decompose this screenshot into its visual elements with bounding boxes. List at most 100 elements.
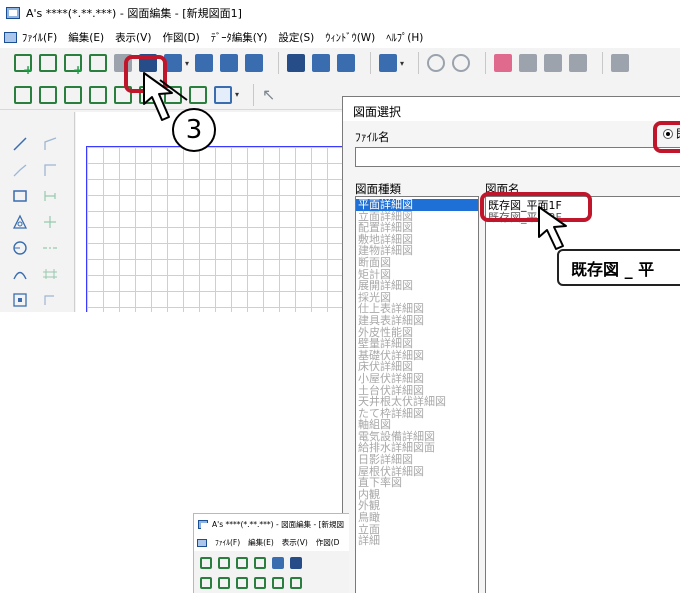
- new-drawing-icon[interactable]: [14, 54, 33, 77]
- menu-data-edit[interactable]: ﾃﾞｰﾀ編集(Y): [211, 30, 268, 45]
- separator: [485, 52, 487, 74]
- file-name-input[interactable]: [355, 147, 680, 167]
- rectangle-tool-icon[interactable]: [12, 188, 28, 204]
- separator: [278, 52, 280, 74]
- open-drawing-icon: [218, 557, 230, 569]
- grid-toggle-icon[interactable]: [214, 85, 232, 104]
- print-setup-icon[interactable]: [337, 54, 356, 72]
- list-item[interactable]: 天井根太伏詳細図: [356, 396, 478, 408]
- mini-toolbar-view: [200, 577, 308, 589]
- list-item[interactable]: 小屋伏詳細図: [356, 373, 478, 385]
- dialog-title: 図面選択: [353, 105, 402, 119]
- zoom-window-icon[interactable]: [89, 85, 107, 104]
- mini-menu-bar: ﾌｧｲﾙ(F) 編集(E) 表示(V) 作図(D: [194, 534, 349, 551]
- point-tool-icon[interactable]: [12, 292, 28, 308]
- list-item[interactable]: 鳥瞰: [356, 512, 478, 524]
- line-tool-icon[interactable]: [12, 136, 28, 152]
- corner-tool-icon[interactable]: [42, 162, 58, 178]
- separator: [602, 52, 604, 74]
- mini-window-title: A's ****(*.**.***) - 図面編集 - [新規図: [212, 519, 344, 529]
- drawing-type-list[interactable]: 平面詳細図 立面詳細図 配置詳細図 敷地詳細図 建物詳細図 断面図 矩計図 展開…: [355, 196, 479, 593]
- chevron-down-icon[interactable]: ▾: [235, 90, 239, 99]
- drawing-grid: [86, 146, 386, 312]
- list-item[interactable]: 断面図: [356, 257, 478, 269]
- separator: [418, 52, 420, 74]
- list-item[interactable]: 平面詳細図: [356, 199, 478, 211]
- drawing-select-dialog: 図面選択 ﾌｧｲﾙ名 既 図面種類 図面名 平面詳細図 立面詳細図 配置詳細図 …: [342, 96, 680, 593]
- circle-tool-icon[interactable]: [12, 240, 28, 256]
- move-icon[interactable]: [611, 54, 630, 72]
- layout-icon[interactable]: [245, 54, 264, 72]
- eraser-icon[interactable]: [494, 54, 513, 72]
- import-drawing-icon: [254, 557, 266, 569]
- list-item[interactable]: 日影詳細図: [356, 454, 478, 466]
- print-preview-icon[interactable]: [312, 54, 331, 72]
- chevron-down-icon[interactable]: ▾: [185, 59, 189, 68]
- drawing-name-tooltip: 既存図 _ 平: [557, 249, 680, 286]
- mini-menu-file: ﾌｧｲﾙ(F): [215, 538, 241, 547]
- zoom-out-icon: [218, 577, 230, 589]
- mini-menu-edit: 編集(E): [248, 538, 274, 547]
- list-item[interactable]: 詳細: [356, 535, 478, 547]
- print-icon[interactable]: [287, 54, 306, 72]
- paste-icon[interactable]: [544, 54, 563, 72]
- toolbar-file: ▾ ▾: [0, 48, 680, 78]
- list-item[interactable]: 展開詳細図: [356, 280, 478, 292]
- save-as-icon: [290, 557, 302, 569]
- zoom-fit-icon: [236, 577, 248, 589]
- zoom-in-icon[interactable]: [14, 85, 32, 104]
- import-drawing-icon[interactable]: [89, 54, 107, 72]
- app-icon: [6, 7, 20, 19]
- redo-icon[interactable]: [452, 54, 471, 72]
- offset-tool-icon[interactable]: [42, 292, 58, 308]
- hatch-tool-icon[interactable]: [42, 266, 58, 282]
- zoom-out-icon[interactable]: [39, 85, 57, 104]
- mini-menu-draw: 作図(D: [315, 538, 340, 547]
- dimension-tool-icon[interactable]: [42, 188, 58, 204]
- menu-window[interactable]: ｳｨﾝﾄﾞｳ(W): [325, 30, 375, 45]
- clipboard-icon[interactable]: [569, 54, 588, 72]
- triangle-tool-icon[interactable]: [12, 214, 28, 230]
- arc-line-tool-icon[interactable]: [12, 162, 28, 178]
- draw-tools-panel: [0, 112, 75, 312]
- cursor-arrow-icon: [538, 206, 567, 250]
- select-pointer-icon[interactable]: ↖: [262, 85, 280, 104]
- window-icon[interactable]: [379, 54, 398, 72]
- new-drawing-icon: [200, 557, 212, 569]
- app-icon: [198, 519, 209, 529]
- undo-icon[interactable]: [427, 54, 446, 72]
- menu-settings[interactable]: 設定(S): [278, 30, 314, 45]
- polyline-tool-icon[interactable]: [42, 136, 58, 152]
- copy-icon[interactable]: [519, 54, 538, 72]
- menu-help[interactable]: ﾍﾙﾌﾟ(H): [386, 30, 423, 45]
- save-icon: [272, 557, 284, 569]
- menu-edit[interactable]: 編集(E): [68, 30, 104, 45]
- zoom-in-icon: [200, 577, 212, 589]
- file-name-label: ﾌｧｲﾙ名: [355, 130, 390, 144]
- separator: [370, 52, 372, 74]
- list-item[interactable]: 壁量詳細図: [356, 338, 478, 350]
- export-all-icon[interactable]: [220, 54, 239, 72]
- add-drawing-icon[interactable]: [64, 54, 83, 77]
- list-item[interactable]: 建具表詳細図: [356, 315, 478, 327]
- menu-file[interactable]: ﾌｧｲﾙ(F): [22, 30, 57, 45]
- drawing-type-label: 図面種類: [355, 182, 401, 196]
- document-menu-icon: [197, 538, 207, 547]
- arc-tool-icon[interactable]: [12, 266, 28, 282]
- zoom-window-icon: [254, 577, 266, 589]
- chain-tool-icon[interactable]: [42, 240, 58, 256]
- menu-bar: ﾌｧｲﾙ(F) 編集(E) 表示(V) 作図(D) ﾃﾞｰﾀ編集(Y) 設定(S…: [0, 26, 680, 48]
- zoom-fit-icon[interactable]: [64, 85, 82, 104]
- mini-window-preview: A's ****(*.**.***) - 図面編集 - [新規図 ﾌｧｲﾙ(F)…: [193, 513, 349, 593]
- document-menu-icon[interactable]: [4, 31, 17, 43]
- mini-title-bar: A's ****(*.**.***) - 図面編集 - [新規図: [194, 514, 349, 534]
- open-drawing-icon[interactable]: [39, 54, 57, 72]
- menu-view[interactable]: 表示(V): [115, 30, 151, 45]
- menu-draw[interactable]: 作図(D): [162, 30, 199, 45]
- radio-highlight: [653, 121, 680, 153]
- rotate-view-icon: [290, 577, 302, 589]
- full-view-icon: [272, 577, 284, 589]
- chevron-down-icon[interactable]: ▾: [400, 59, 404, 68]
- add-drawing-icon: [236, 557, 248, 569]
- cross-tool-icon[interactable]: [42, 214, 58, 230]
